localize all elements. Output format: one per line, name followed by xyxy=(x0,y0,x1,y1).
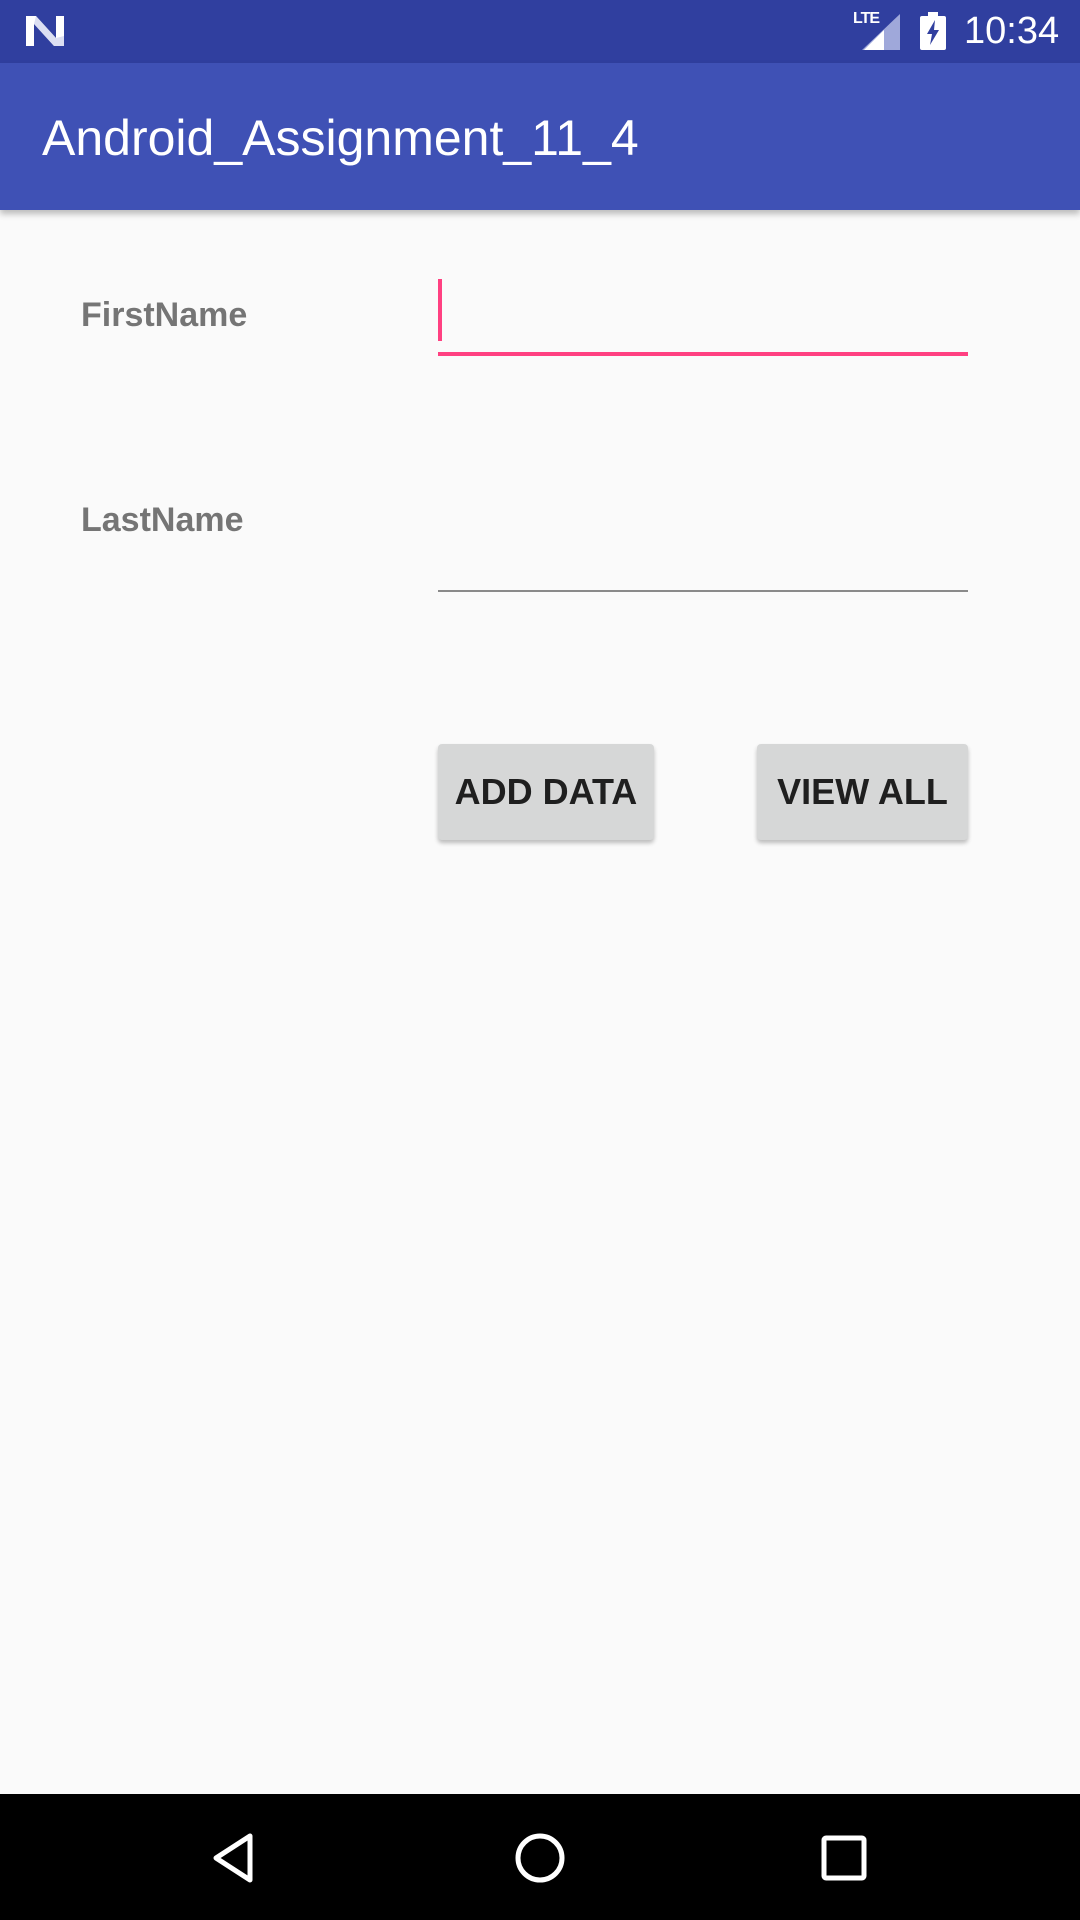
battery-charging-icon xyxy=(920,12,946,50)
view-all-button[interactable]: VIEW ALL xyxy=(757,744,968,840)
notification-n-icon xyxy=(26,16,64,46)
add-data-button[interactable]: ADD DATA xyxy=(438,744,654,840)
text-cursor xyxy=(438,279,442,341)
status-bar: LTE 10:34 xyxy=(0,0,1080,63)
last-name-input[interactable] xyxy=(438,520,968,592)
signal-icon xyxy=(862,14,900,50)
recents-icon[interactable] xyxy=(814,1828,874,1888)
back-icon[interactable] xyxy=(206,1828,266,1888)
status-time: 10:34 xyxy=(964,10,1060,52)
first-name-input[interactable] xyxy=(438,282,968,356)
first-name-label: FirstName xyxy=(81,296,248,334)
home-icon[interactable] xyxy=(510,1828,570,1888)
last-name-label: LastName xyxy=(81,501,244,539)
navigation-bar xyxy=(0,1794,1080,1920)
app-bar: Android_Assignment_11_4 xyxy=(0,63,1080,210)
app-screen: LTE 10:34 Android_Assignment_11_4 FirstN… xyxy=(0,0,1080,1920)
app-title: Android_Assignment_11_4 xyxy=(42,110,639,166)
